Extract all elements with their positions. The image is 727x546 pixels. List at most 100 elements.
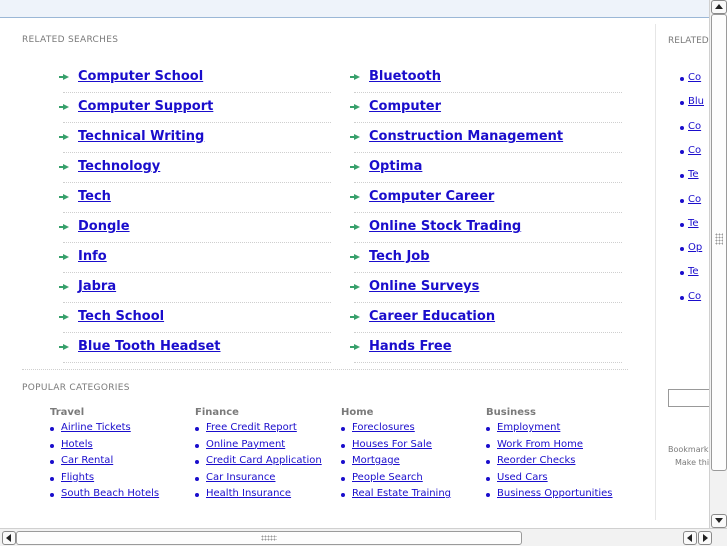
category-link[interactable]: Online Payment — [206, 439, 285, 450]
horizontal-scroll-thumb[interactable] — [16, 531, 522, 545]
sidebar-related-link[interactable]: Te — [688, 218, 699, 229]
category-link[interactable]: Houses For Sale — [352, 439, 432, 450]
vertical-scroll-thumb[interactable] — [711, 14, 727, 471]
related-search-item[interactable]: Optima — [350, 153, 622, 183]
category-link[interactable]: People Search — [352, 472, 423, 483]
category-travel: Travel Airline Tickets Hotels Car Rental Fli… — [50, 407, 190, 505]
sidebar-related: RELATED Co Blu Co Co Te Co Te Op Te Co Bookmark M… — [658, 18, 709, 518]
sidebar-related-link[interactable]: Blu — [688, 96, 704, 107]
category-link-list: Airline Tickets Hotels Car Rental Flights So… — [50, 422, 190, 505]
sidebar-related-link[interactable]: Op — [688, 242, 702, 253]
related-search-item[interactable]: Online Surveys — [350, 273, 622, 303]
category-link[interactable]: Car Rental — [61, 455, 113, 466]
sidebar-related-link[interactable]: Co — [688, 291, 701, 302]
related-search-link[interactable]: Dongle — [78, 219, 130, 234]
sidebar-search-input[interactable] — [668, 389, 709, 407]
arrow-right-icon — [59, 314, 69, 320]
related-search-item[interactable]: Computer Career — [350, 183, 622, 213]
sidebar-related-link[interactable]: Co — [688, 72, 701, 83]
related-search-link[interactable]: Jabra — [78, 279, 116, 294]
related-search-item[interactable]: Career Education — [350, 303, 622, 333]
arrow-right-icon — [59, 194, 69, 200]
related-search-link[interactable]: Hands Free — [369, 339, 452, 354]
sidebar-related-item: Co — [679, 145, 701, 156]
category-link-item: Mortgage — [341, 455, 481, 472]
scroll-up-button[interactable] — [711, 0, 727, 14]
related-search-link[interactable]: Tech School — [78, 309, 164, 324]
related-search-link[interactable]: Blue Tooth Headset — [78, 339, 221, 354]
category-link[interactable]: Airline Tickets — [61, 422, 131, 433]
related-search-item[interactable]: Tech School — [59, 303, 331, 333]
related-search-item[interactable]: Tech — [59, 183, 331, 213]
popular-categories-heading: POPULAR CATEGORIES — [22, 383, 130, 393]
category-link[interactable]: Flights — [61, 472, 94, 483]
category-link[interactable]: Work From Home — [497, 439, 583, 450]
related-search-link[interactable]: Technology — [78, 159, 160, 174]
category-link[interactable]: Reorder Checks — [497, 455, 575, 466]
sidebar-related-item: Co — [679, 72, 701, 83]
category-link[interactable]: Car Insurance — [206, 472, 275, 483]
category-business: Business Employment Work From Home Reorder … — [486, 407, 626, 505]
related-searches-right-column: Bluetooth Computer Construction Management… — [350, 63, 622, 363]
arrow-right-icon — [350, 74, 360, 80]
related-search-item[interactable]: Info — [59, 243, 331, 273]
category-link[interactable]: Hotels — [61, 439, 93, 450]
category-link[interactable]: Credit Card Application — [206, 455, 322, 466]
related-search-link[interactable]: Tech Job — [369, 249, 430, 264]
scroll-right-button[interactable] — [698, 531, 712, 545]
related-search-link[interactable]: Construction Management — [369, 129, 563, 144]
category-finance: Finance Free Credit Report Online Payment C… — [195, 407, 335, 505]
related-search-item[interactable]: Computer School — [59, 63, 331, 93]
related-search-item[interactable]: Hands Free — [350, 333, 622, 363]
related-search-item[interactable]: Bluetooth — [350, 63, 622, 93]
category-link[interactable]: Real Estate Training — [352, 488, 451, 499]
related-search-link[interactable]: Bluetooth — [369, 69, 441, 84]
related-search-link[interactable]: Computer — [369, 99, 441, 114]
related-search-link[interactable]: Career Education — [369, 309, 495, 324]
related-search-item[interactable]: Technology — [59, 153, 331, 183]
category-link[interactable]: Used Cars — [497, 472, 548, 483]
category-link[interactable]: Employment — [497, 422, 560, 433]
related-search-link[interactable]: Optima — [369, 159, 422, 174]
arrow-right-icon — [59, 134, 69, 140]
sidebar-related-link[interactable]: Co — [688, 194, 701, 205]
related-search-link[interactable]: Computer School — [78, 69, 203, 84]
category-link[interactable]: Health Insurance — [206, 488, 291, 499]
related-search-link[interactable]: Computer Support — [78, 99, 213, 114]
category-link-item: South Beach Hotels — [50, 488, 190, 505]
related-search-link[interactable]: Technical Writing — [78, 129, 204, 144]
sidebar-related-link[interactable]: Te — [688, 169, 699, 180]
scroll-left-button[interactable] — [2, 531, 16, 545]
scroll-left-button-end[interactable] — [683, 531, 697, 545]
sidebar-related-item: Te — [680, 218, 699, 229]
related-search-item[interactable]: Tech Job — [350, 243, 622, 273]
category-link[interactable]: Mortgage — [352, 455, 400, 466]
related-search-link[interactable]: Info — [78, 249, 107, 264]
sidebar-related-link[interactable]: Co — [688, 121, 701, 132]
related-search-item[interactable]: Online Stock Trading — [350, 213, 622, 243]
related-search-item[interactable]: Technical Writing — [59, 123, 331, 153]
category-link-item: Work From Home — [486, 439, 626, 456]
related-search-item[interactable]: Blue Tooth Headset — [59, 333, 331, 363]
category-link[interactable]: Business Opportunities — [497, 488, 613, 499]
sidebar-related-link[interactable]: Te — [688, 266, 699, 277]
related-search-link[interactable]: Computer Career — [369, 189, 494, 204]
scroll-down-button[interactable] — [711, 514, 727, 528]
grip-icon — [261, 535, 277, 541]
category-link[interactable]: South Beach Hotels — [61, 488, 159, 499]
related-search-item[interactable]: Jabra — [59, 273, 331, 303]
sidebar-related-item: Co — [679, 291, 701, 302]
related-search-item[interactable]: Construction Management — [350, 123, 622, 153]
related-search-link[interactable]: Tech — [78, 189, 111, 204]
section-divider — [22, 369, 628, 370]
sidebar-related-link[interactable]: Co — [688, 145, 701, 156]
related-search-link[interactable]: Online Stock Trading — [369, 219, 521, 234]
related-search-link[interactable]: Online Surveys — [369, 279, 479, 294]
related-search-item[interactable]: Dongle — [59, 213, 331, 243]
category-link[interactable]: Foreclosures — [352, 422, 415, 433]
arrow-right-icon — [59, 344, 69, 350]
related-search-item[interactable]: Computer Support — [59, 93, 331, 123]
category-link[interactable]: Free Credit Report — [206, 422, 297, 433]
related-search-item[interactable]: Computer — [350, 93, 622, 123]
column-divider — [655, 24, 656, 520]
